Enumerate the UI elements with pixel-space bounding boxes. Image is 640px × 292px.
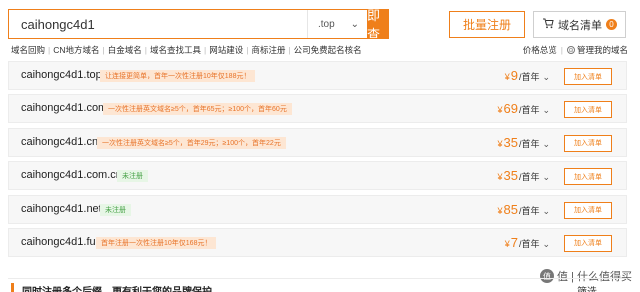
section-title: 同时注册多个后缀，更有利于您的品牌保护 [22,283,212,292]
cart-icon [542,18,554,32]
price[interactable]: ¥ 85 /首年 ⌄ [497,202,550,217]
domain-name[interactable]: caihongc4d1.top [21,69,102,81]
domain-row: caihongc4d1.com 一次性注册英文域名≥5个，首年65元；≥100个… [8,94,627,124]
domain-result-list: caihongc4d1.top 让连接更简单，首年一次性注册10年仅188元！ … [8,61,627,261]
domain-name[interactable]: caihongc4d1.fun [21,236,102,248]
currency-symbol: ¥ [497,172,503,183]
price[interactable]: ¥ 9 /首年 ⌄ [505,68,550,83]
promo-tag: 一次性注册英文域名≥5个，首年29元；≥100个，首年22元 [97,136,286,149]
add-to-cart-button[interactable]: 加入清单 [564,68,612,85]
bottom-section-header: 同时注册多个后缀，更有利于您的品牌保护 筛选 [8,278,627,292]
chevron-down-icon: ⌄ [542,72,550,82]
link-website-build[interactable]: 网站建设 [209,44,243,56]
search-input[interactable] [9,10,307,38]
suffix-select[interactable]: .top ⌄ [307,10,367,38]
price[interactable]: ¥ 35 /首年 ⌄ [497,168,550,183]
promo-tag: 让连接更简单，首年一次性注册10年仅188元！ [100,70,256,82]
price-value: 9 [510,68,518,83]
currency-symbol: ¥ [504,238,510,249]
add-to-cart-button[interactable]: 加入清单 [564,134,612,152]
batch-register-button[interactable]: 批量注册 [449,11,525,38]
link-domain-finder[interactable]: 域名查找工具 [150,44,201,56]
promo-tag: 一次性注册英文域名≥5个，首年65元；≥100个，首年60元 [103,103,292,116]
section-accent-bar [11,283,14,292]
filter-button[interactable]: 筛选 [577,283,597,292]
chevron-down-icon: ⌄ [542,238,550,249]
price-value: 35 [503,134,518,150]
link-trademark[interactable]: 商标注册 [251,44,285,56]
price[interactable]: ¥ 69 /首年 ⌄ [497,101,550,116]
domain-name[interactable]: caihongc4d1.cn [21,136,98,148]
cart-count-badge: 0 [606,19,617,30]
domain-row: caihongc4d1.fun 首年注册一次性注册10年仅168元！ ¥ 7 /… [8,227,627,257]
suffix-value: .top [318,18,335,30]
price-unit: /首年 [518,172,540,183]
add-to-cart-button[interactable]: 加入清单 [564,168,612,186]
domain-row: caihongc4d1.cn 一次性注册英文域名≥5个，首年29元；≥100个，… [8,127,627,157]
price[interactable]: ¥ 35 /首年 ⌄ [497,135,550,150]
domain-name[interactable]: caihongc4d1.com [21,102,107,114]
status-tag: 未注册 [100,203,131,216]
domain-row: caihongc4d1.com.cn 未注册 ¥ 35 /首年 ⌄ 加入清单 [8,161,627,191]
add-to-cart-button[interactable]: 加入清单 [564,201,612,219]
chevron-down-icon: ⌄ [542,172,550,183]
price-value: 69 [503,101,518,117]
price-value: 85 [503,201,518,217]
cart-label: 域名清单 [558,19,602,32]
link-platinum-domain[interactable]: 白金域名 [108,44,142,56]
price-overview-link[interactable]: 价格总览 [523,44,557,56]
manage-domains-link[interactable]: 管理我的域名 [577,44,628,56]
domain-cart-button[interactable]: 域名清单 0 [533,11,626,38]
price-unit: /首年 [518,138,540,149]
chevron-down-icon: ⌄ [350,18,359,30]
quick-links: 域名回购 | CN地方域名 | 白金域名 | 域名查找工具 | 网站建设 | 商标注册 | … [11,44,362,56]
currency-symbol: ¥ [497,138,503,149]
currency-symbol: ¥ [497,105,503,116]
price-value: 7 [510,234,518,250]
link-domain-buyback[interactable]: 域名回购 [11,44,45,56]
price-value: 35 [503,168,518,184]
chevron-down-icon: ⌄ [542,105,550,116]
user-icon: ⊙ [566,46,575,54]
currency-symbol: ¥ [504,72,510,82]
chevron-down-icon: ⌄ [542,205,550,216]
domain-row: caihongc4d1.top 让连接更简单，首年一次性注册10年仅188元！ … [8,61,627,90]
status-tag: 未注册 [117,170,148,183]
search-button[interactable]: 立即查询 [367,0,388,61]
currency-symbol: ¥ [497,205,503,216]
price-unit: /首年 [518,72,540,82]
link-company-naming[interactable]: 公司免费起名核名 [294,44,362,56]
price[interactable]: ¥ 7 /首年 ⌄ [505,235,550,250]
price-unit: /首年 [518,238,540,249]
search-bar: .top ⌄ 立即查询 [8,0,389,61]
promo-tag: 首年注册一次性注册10年仅168元！ [96,236,217,249]
price-unit: /首年 [518,105,540,116]
domain-name[interactable]: caihongc4d1.com.cn [21,169,122,181]
domain-row: caihongc4d1.net 未注册 ¥ 85 /首年 ⌄ 加入清单 [8,194,627,224]
domain-name[interactable]: caihongc4d1.net [21,203,102,215]
chevron-down-icon: ⌄ [542,138,550,149]
link-cn-local-domain[interactable]: CN地方域名 [53,44,99,56]
add-to-cart-button[interactable]: 加入清单 [564,101,612,119]
right-links: 价格总览 | ⊙ 管理我的域名 [522,44,628,56]
price-unit: /首年 [518,205,540,216]
add-to-cart-button[interactable]: 加入清单 [564,234,612,252]
